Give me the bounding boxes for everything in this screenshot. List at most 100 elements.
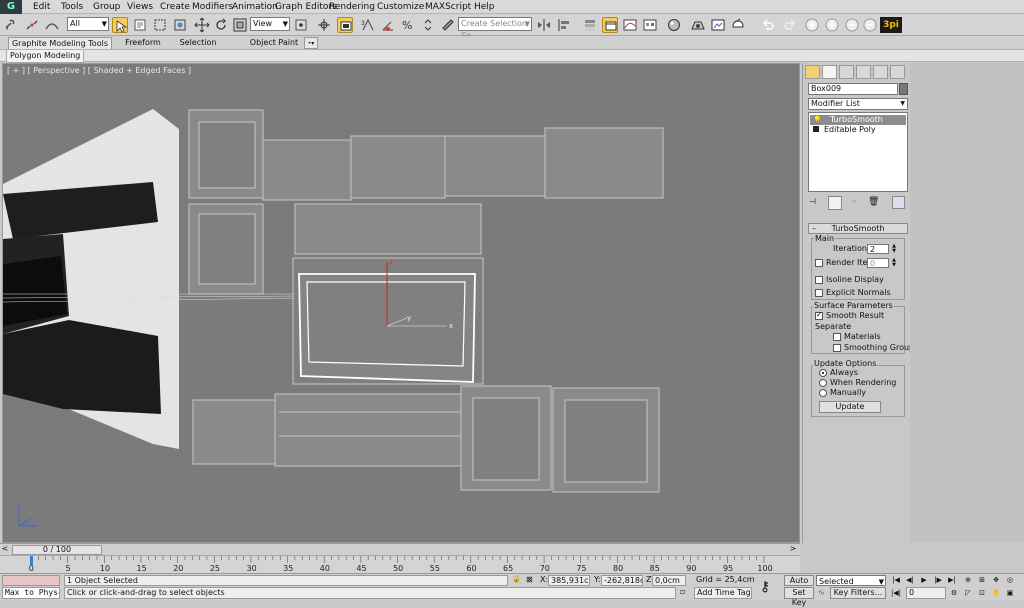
select-by-name-icon[interactable]: [132, 17, 148, 33]
key-filters-button[interactable]: Key Filters...: [830, 587, 886, 599]
menu-help[interactable]: Help: [474, 1, 495, 13]
absolute-mode-icon[interactable]: ⊠: [526, 575, 536, 585]
remove-modifier-icon[interactable]: 🗑: [868, 197, 880, 209]
key-mode-toggle-icon[interactable]: |◀|: [890, 588, 902, 598]
explicit-normals-checkbox[interactable]: [815, 289, 823, 297]
named-selection-sets-dropdown[interactable]: Create Selection Se▼: [458, 17, 532, 40]
make-unique-icon[interactable]: ⌁: [852, 197, 864, 209]
key-icon[interactable]: ⚷: [760, 579, 778, 595]
auto-key-button[interactable]: Auto Key: [784, 575, 814, 595]
select-object-icon[interactable]: [112, 17, 128, 33]
modifier-list-dropdown[interactable]: Modifier List ▼: [808, 98, 908, 110]
lock-selection-icon[interactable]: 🔒: [512, 575, 522, 585]
menu-create[interactable]: Create: [160, 1, 190, 13]
stack-item-turbosmooth[interactable]: 💡 TurboSmooth: [810, 115, 906, 125]
update-button[interactable]: Update: [819, 401, 881, 413]
menu-modifiers[interactable]: Modifiers: [192, 1, 233, 13]
stack-item-editable-poly[interactable]: Editable Poly: [810, 125, 906, 135]
scale-icon[interactable]: [232, 17, 248, 33]
key-mode-icon[interactable]: ∿: [818, 588, 828, 598]
modify-tab-icon[interactable]: [822, 65, 837, 79]
percent-snap-icon[interactable]: %: [400, 17, 416, 33]
current-frame-marker[interactable]: [30, 556, 33, 565]
current-frame-field[interactable]: 0: [906, 587, 946, 599]
iterations-input[interactable]: 2: [867, 244, 889, 254]
always-radio[interactable]: [819, 369, 827, 377]
orbit-icon[interactable]: ◎: [1004, 575, 1016, 585]
materials-checkbox[interactable]: [833, 333, 841, 341]
add-icon[interactable]: [824, 17, 840, 33]
bind-spacewarp-icon[interactable]: [44, 17, 60, 33]
tab-object-paint[interactable]: Object Paint: [236, 37, 312, 49]
angle-snap-icon[interactable]: [380, 17, 396, 33]
tab-graphite-modeling-tools[interactable]: Graphite Modeling Tools: [8, 37, 112, 49]
display-tab-icon[interactable]: [873, 65, 888, 79]
mirror-icon[interactable]: [536, 17, 552, 33]
add-time-tag-button[interactable]: Add Time Tag: [694, 587, 752, 599]
expand-plus-icon[interactable]: [813, 126, 819, 132]
render-iters-spinner[interactable]: ▲ ▼: [891, 258, 897, 268]
time-tag-icon[interactable]: ▫: [680, 587, 692, 599]
time-slider[interactable]: < 0 / 100 >: [0, 543, 800, 555]
keyboard-shortcut-override-icon[interactable]: [337, 17, 353, 33]
iterations-spinner[interactable]: ▲ ▼: [891, 244, 897, 254]
smoothing-groups-checkbox[interactable]: [833, 344, 841, 352]
app-logo-icon[interactable]: G: [0, 0, 22, 14]
viewport-label[interactable]: [ + ] [ Perspective ] [ Shaded + Edged F…: [7, 66, 191, 75]
plugin-3pi-button[interactable]: 3pi: [880, 17, 902, 33]
smooth-result-checkbox[interactable]: [815, 310, 823, 320]
pan-view-icon[interactable]: ✥: [990, 575, 1002, 585]
bulb-icon[interactable]: 💡: [813, 115, 822, 125]
rendered-frame-window-icon[interactable]: [710, 17, 726, 33]
rotate-icon[interactable]: [213, 17, 229, 33]
time-slider-prev-icon[interactable]: <: [0, 544, 10, 555]
pivot-center-icon[interactable]: [293, 17, 309, 33]
rectangular-selection-icon[interactable]: [152, 17, 168, 33]
panel-polygon-modeling[interactable]: Polygon Modeling: [6, 50, 85, 63]
window-crossing-icon[interactable]: [172, 17, 188, 33]
time-slider-thumb[interactable]: 0 / 100: [12, 545, 102, 555]
remove-icon[interactable]: [844, 17, 860, 33]
create-tab-icon[interactable]: [805, 65, 820, 79]
material-editor-icon[interactable]: [666, 17, 682, 33]
utilities-tab-icon[interactable]: [890, 65, 905, 79]
ribbon-options-icon[interactable]: •▾: [304, 37, 318, 49]
walk-through-icon[interactable]: ✋: [990, 588, 1002, 598]
reference-coordinate-dropdown[interactable]: View ▼: [250, 17, 290, 31]
render-setup-icon[interactable]: [690, 17, 706, 33]
isoline-display-checkbox[interactable]: [815, 276, 823, 284]
render-iters-checkbox[interactable]: [815, 259, 823, 267]
zoom-in-icon[interactable]: [804, 17, 820, 33]
field-of-view-icon[interactable]: ◸: [962, 588, 974, 598]
hierarchy-tab-icon[interactable]: [839, 65, 854, 79]
unlink-icon[interactable]: [24, 17, 40, 33]
link-icon[interactable]: [4, 17, 20, 33]
manually-radio[interactable]: [819, 389, 827, 397]
move-icon[interactable]: [194, 17, 210, 33]
zoom-extents-icon[interactable]: ⊕: [962, 575, 974, 585]
menu-maxscript[interactable]: MAXScript: [425, 1, 471, 13]
layer-manager-icon[interactable]: [582, 17, 598, 33]
menu-views[interactable]: Views: [127, 1, 153, 13]
pin-stack-icon[interactable]: ⊣: [809, 197, 823, 209]
menu-rendering[interactable]: Rendering: [329, 1, 375, 13]
when-rendering-radio[interactable]: [819, 379, 827, 387]
menu-graph-editors[interactable]: Graph Editors: [275, 1, 337, 13]
menu-tools[interactable]: Tools: [61, 1, 83, 13]
maxscript-listener[interactable]: Max to Physc: [2, 587, 60, 599]
configure-modifier-sets-icon[interactable]: [892, 196, 905, 209]
edit-named-selection-icon[interactable]: [440, 17, 456, 33]
menu-edit[interactable]: Edit: [33, 1, 50, 13]
x-coordinate-field[interactable]: 385,931cm: [548, 575, 590, 586]
menu-group[interactable]: Group: [93, 1, 120, 13]
redo-icon[interactable]: [782, 17, 798, 33]
perspective-viewport[interactable]: z y x [ + ] [ Perspective ] [ Shaded + E…: [2, 63, 800, 543]
zoom-out-icon[interactable]: [862, 17, 878, 33]
render-iters-input[interactable]: 0: [867, 258, 889, 268]
selection-filter-dropdown[interactable]: All ▼: [67, 17, 109, 31]
go-to-start-icon[interactable]: |◀: [890, 575, 902, 585]
z-coordinate-field[interactable]: 0,0cm: [652, 575, 686, 586]
menu-animation[interactable]: Animation: [232, 1, 278, 13]
zoom-all-icon[interactable]: ⊞: [976, 575, 988, 585]
graphite-toggle-icon[interactable]: [602, 17, 618, 33]
